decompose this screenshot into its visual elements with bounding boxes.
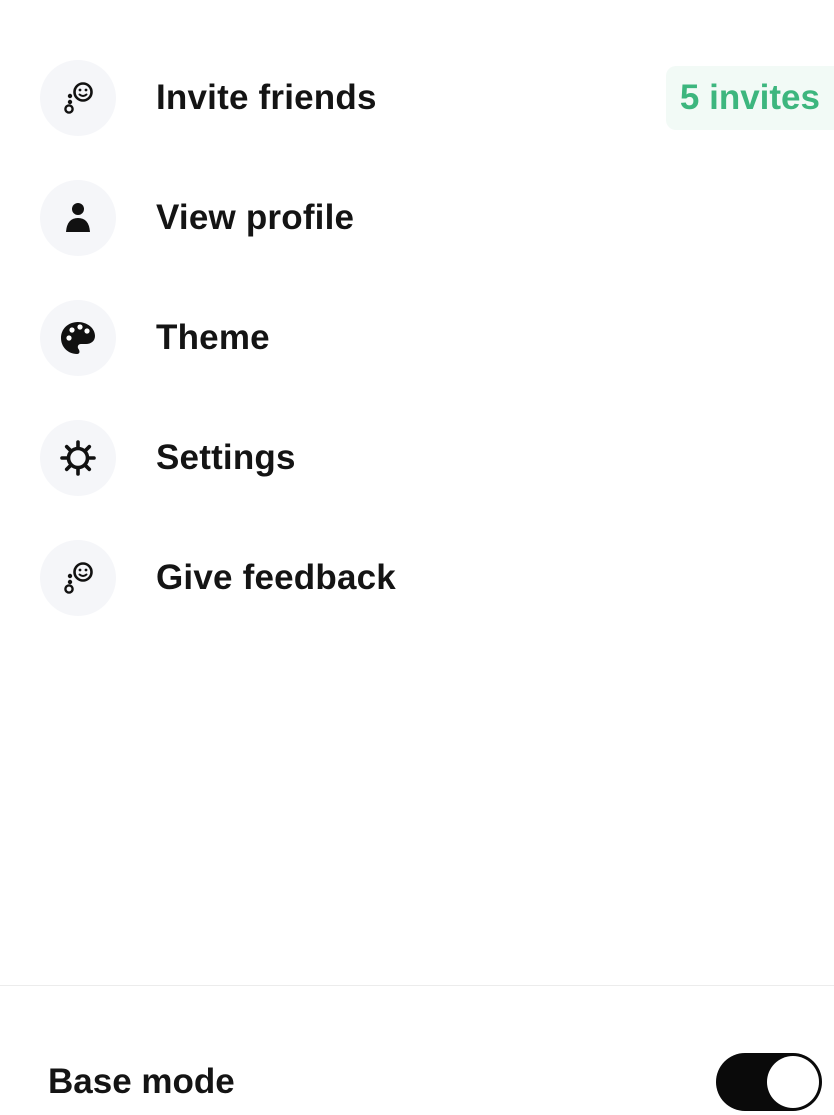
menu-item-label: Invite friends (156, 78, 377, 117)
menu-item-label: Give feedback (156, 558, 396, 597)
menu-screen: Invite friends 5 invites View profile Th… (0, 0, 834, 1115)
person-icon (40, 180, 116, 256)
feedback-face-icon (40, 540, 116, 616)
menu-item-label: Theme (156, 318, 270, 357)
base-mode-toggle[interactable] (716, 1053, 822, 1111)
menu-item-give-feedback[interactable]: Give feedback (40, 540, 834, 616)
menu-item-theme[interactable]: Theme (40, 300, 834, 376)
gear-icon (40, 420, 116, 496)
menu-item-label: Settings (156, 438, 296, 477)
menu-list: Invite friends 5 invites View profile Th… (40, 60, 834, 660)
invites-count-badge: 5 invites (665, 66, 834, 130)
menu-item-view-profile[interactable]: View profile (40, 180, 834, 256)
menu-item-settings[interactable]: Settings (40, 420, 834, 496)
footer-divider (0, 985, 834, 986)
palette-icon (40, 300, 116, 376)
base-mode-row: Base mode (48, 1050, 822, 1114)
base-mode-label: Base mode (48, 1062, 235, 1101)
toggle-knob (767, 1056, 819, 1108)
menu-item-label: View profile (156, 198, 355, 237)
feedback-face-icon (40, 60, 116, 136)
menu-item-invite-friends[interactable]: Invite friends 5 invites (40, 60, 834, 136)
